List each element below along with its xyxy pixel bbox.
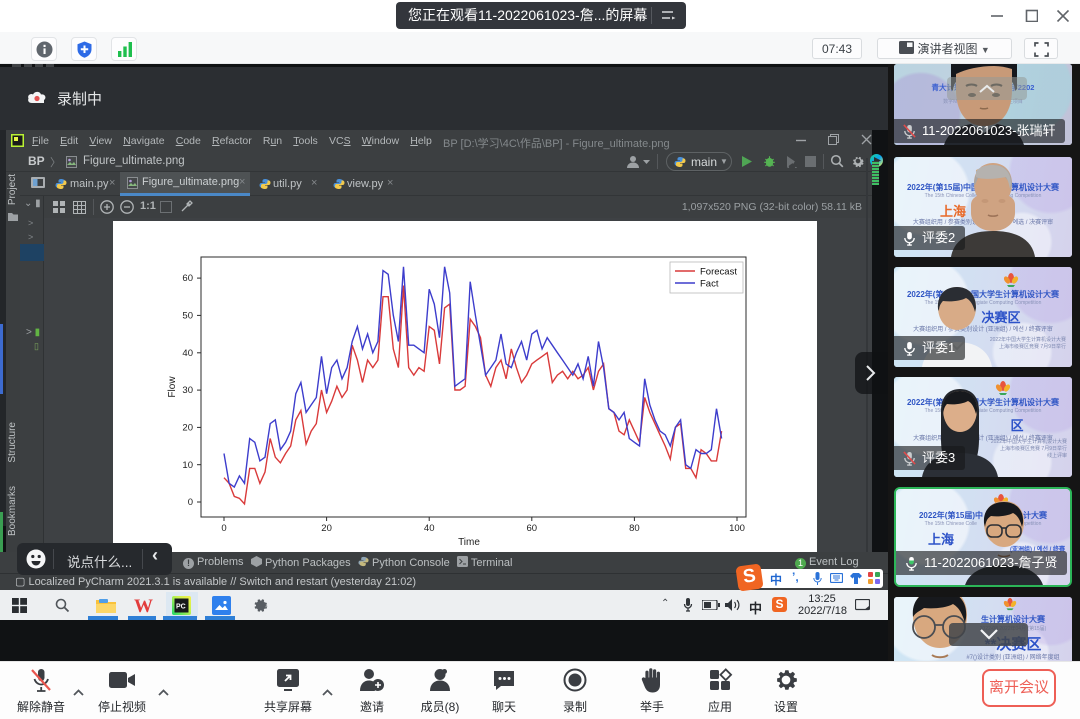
svg-text:0: 0 xyxy=(221,523,226,534)
svg-text:Flow: Flow xyxy=(167,376,178,398)
svg-text:0: 0 xyxy=(188,497,193,508)
svg-text:20: 20 xyxy=(182,423,193,434)
svg-text:50: 50 xyxy=(182,311,193,322)
svg-text:Forecast: Forecast xyxy=(700,267,737,278)
svg-text:10: 10 xyxy=(182,460,193,471)
svg-text:40: 40 xyxy=(424,523,435,534)
svg-text:20: 20 xyxy=(321,523,332,534)
svg-text:Fact: Fact xyxy=(700,279,719,290)
svg-text:30: 30 xyxy=(182,385,193,396)
svg-text:60: 60 xyxy=(527,523,538,534)
svg-text:PC: PC xyxy=(176,604,186,611)
svg-text:60: 60 xyxy=(182,273,193,284)
svg-text:40: 40 xyxy=(182,348,193,359)
svg-text:80: 80 xyxy=(629,523,640,534)
svg-text:Time: Time xyxy=(458,537,480,548)
svg-text:100: 100 xyxy=(729,523,745,534)
